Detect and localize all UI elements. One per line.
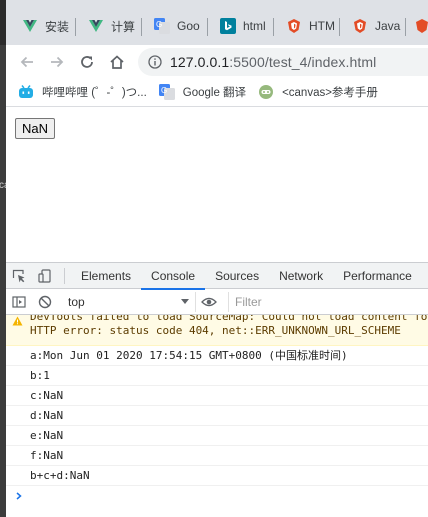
show-sidebar-button[interactable] (6, 289, 32, 315)
warning-icon (12, 316, 23, 330)
live-expression-button[interactable] (196, 289, 222, 315)
bookmarks-bar: 哔哩哔哩 (゜-゜)つ... G Google 翻译 <canvas>参考手册 (6, 78, 428, 107)
console-log-row: d:NaN (6, 406, 428, 426)
arrow-left-icon (20, 56, 33, 67)
tab-vue-compute[interactable]: 计算 (76, 7, 142, 45)
tab-performance[interactable]: Performance (333, 263, 422, 289)
page-viewport: NaN (6, 107, 428, 257)
tab-network[interactable]: Network (269, 263, 333, 289)
url-text: 127.0.0.1:5500/test_4/index.html (170, 54, 376, 70)
url-path: :5500/test_4/index.html (229, 53, 377, 70)
html-shield-icon (414, 18, 428, 34)
info-icon[interactable] (148, 54, 162, 69)
runoob-icon (258, 84, 274, 100)
home-button[interactable] (102, 47, 132, 77)
tab-label: HTM (309, 19, 335, 33)
tab-google[interactable]: G Goo (142, 7, 208, 45)
console-output: DevTools failed to load SourceMap: Could… (6, 315, 428, 506)
reload-button[interactable] (72, 47, 102, 77)
bookmark-label: <canvas>参考手册 (282, 87, 378, 99)
console-log-row: f:NaN (6, 446, 428, 466)
console-log-row: b:1 (6, 366, 428, 386)
google-translate-icon: G (154, 18, 170, 34)
browser-toolbar: 127.0.0.1:5500/test_4/index.html (6, 45, 428, 78)
vue-icon (88, 18, 104, 34)
warning-line: DevTools failed to load SourceMap: Could… (30, 315, 428, 323)
tab-strip: 安装 计算 G Goo html HTM Java (6, 0, 428, 45)
filter-input[interactable]: Filter (228, 291, 428, 312)
svg-text:G: G (156, 20, 162, 29)
browser-window: 安装 计算 G Goo html HTM Java 127.0.0.1:5500… (6, 0, 428, 517)
bookmark-label: 哔哩哔哩 (゜-゜)つ... (42, 87, 147, 99)
home-icon (110, 54, 124, 69)
warning-line: HTTP error: status code 404, net::ERR_UN… (30, 324, 401, 337)
tab-overflow[interactable] (406, 7, 428, 45)
url-host: 127.0.0.1 (170, 53, 230, 70)
devtools-panel: Elements Console Sources Network Perform… (6, 262, 428, 517)
tab-elements[interactable]: Elements (71, 263, 141, 289)
tab-java[interactable]: Java (340, 7, 406, 45)
vue-icon (22, 18, 38, 34)
tab-label: Goo (177, 19, 200, 33)
console-log-row: e:NaN (6, 426, 428, 446)
bing-icon (220, 18, 236, 34)
bookmark-google-translate[interactable]: G Google 翻译 (158, 84, 247, 100)
tab-html[interactable]: HTM (274, 7, 340, 45)
bookmark-label: Google 翻译 (182, 87, 247, 99)
bilibili-icon (18, 84, 34, 100)
block-icon (38, 295, 52, 308)
forward-button[interactable] (42, 47, 72, 77)
nan-button[interactable]: NaN (15, 118, 56, 139)
reload-icon (81, 55, 93, 68)
clear-console-button[interactable] (32, 289, 58, 315)
sidebar-icon (12, 295, 26, 308)
address-bar[interactable]: 127.0.0.1:5500/test_4/index.html (138, 47, 428, 76)
tab-label: html (243, 19, 266, 33)
console-log-row: a:Mon Jun 01 2020 17:54:15 GMT+0800 (中国标… (6, 346, 428, 366)
google-translate-icon: G (158, 84, 175, 100)
svg-text:G: G (161, 86, 167, 95)
console-prompt[interactable] (6, 486, 428, 506)
eye-icon (201, 297, 217, 306)
bookmark-canvas-reference[interactable]: <canvas>参考手册 (258, 84, 378, 100)
back-button[interactable] (12, 47, 42, 77)
inspect-element-button[interactable] (6, 263, 32, 289)
bookmark-bilibili[interactable]: 哔哩哔哩 (゜-゜)つ... (18, 84, 147, 100)
html-shield-icon (352, 18, 368, 34)
html-shield-icon (286, 18, 302, 34)
inspect-icon (12, 269, 25, 282)
console-log-row: c:NaN (6, 386, 428, 406)
console-toolbar: top Filter (6, 289, 428, 315)
tab-bing-html[interactable]: html (208, 7, 274, 45)
tab-sources[interactable]: Sources (205, 263, 269, 289)
device-toolbar-button[interactable] (32, 263, 58, 289)
console-log-row: b+c+d:NaN (6, 466, 428, 486)
device-icon (38, 268, 51, 283)
tab-label: Java (375, 19, 401, 33)
chevron-right-icon (16, 492, 22, 500)
tab-label: 安装 (45, 19, 70, 34)
toolbar-divider (64, 267, 65, 284)
context-value: top (68, 294, 85, 309)
console-warning: DevTools failed to load SourceMap: Could… (6, 315, 428, 346)
context-selector[interactable]: top (60, 291, 196, 312)
tab-label: 计算 (111, 19, 136, 34)
tab-console[interactable]: Console (141, 263, 206, 290)
devtools-tabbar: Elements Console Sources Network Perform… (6, 263, 428, 290)
tab-vue-install[interactable]: 安装 (10, 7, 76, 45)
chevron-down-icon (181, 298, 189, 304)
arrow-right-icon (51, 56, 64, 67)
